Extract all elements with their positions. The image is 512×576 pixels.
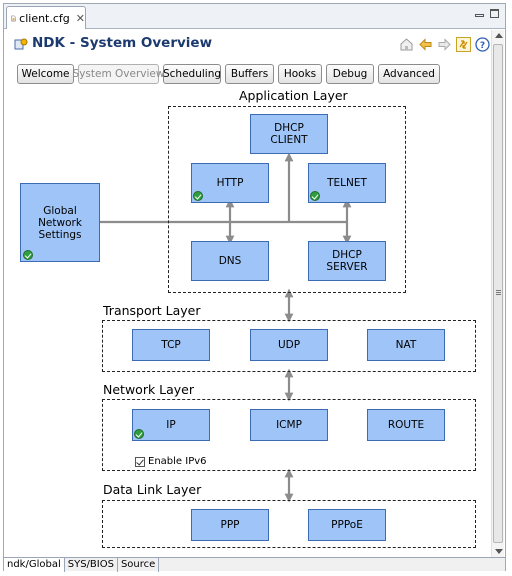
enable-ipv6-label: Enable IPv6	[148, 456, 207, 467]
pppoe-node[interactable]: PPPoE	[308, 509, 386, 541]
enable-ipv6-checkbox[interactable]	[135, 456, 145, 467]
tab-ndk-global[interactable]: ndk/Global	[4, 558, 65, 572]
datalink-layer-title: Data Link Layer	[103, 482, 202, 497]
enable-ipv6-row[interactable]: Enable IPv6	[135, 456, 207, 467]
udp-node[interactable]: UDP	[250, 329, 328, 361]
valid-check-icon	[23, 250, 33, 260]
tab-source[interactable]: Source	[118, 558, 160, 572]
network-layer-title: Network Layer	[103, 382, 195, 397]
route-node[interactable]: ROUTE	[367, 409, 445, 441]
dhcp-server-node[interactable]: DHCP SERVER	[308, 241, 386, 281]
scroll-down-icon[interactable]	[495, 549, 503, 554]
tab-sys-bios[interactable]: SYS/BIOS	[65, 558, 118, 572]
tcp-node[interactable]: TCP	[132, 329, 210, 361]
dhcp-client-node[interactable]: DHCP CLIENT	[250, 114, 328, 154]
nat-node[interactable]: NAT	[367, 329, 445, 361]
transport-layer-title: Transport Layer	[103, 303, 201, 318]
datalink-layer-box	[102, 500, 476, 548]
bottom-tab-bar: ndk/Global SYS/BIOS Source	[4, 557, 505, 572]
http-valid-check-icon	[193, 191, 203, 201]
global-network-settings-node[interactable]: Global Network Settings	[20, 183, 100, 262]
ip-node[interactable]: IP	[132, 409, 210, 441]
icmp-node[interactable]: ICMP	[250, 409, 328, 441]
telnet-valid-check-icon	[310, 191, 320, 201]
editor-window: client.cfg ✕ NDK - System Overview ? Wel…	[3, 3, 506, 572]
scroll-up-icon[interactable]	[495, 33, 503, 38]
dns-node[interactable]: DNS	[191, 241, 269, 281]
application-layer-title: Application Layer	[239, 88, 348, 103]
vertical-scrollbar[interactable]	[491, 30, 504, 557]
scroll-thumb[interactable]	[493, 44, 503, 543]
ppp-node[interactable]: PPP	[191, 509, 269, 541]
ip-valid-check-icon	[134, 429, 144, 439]
